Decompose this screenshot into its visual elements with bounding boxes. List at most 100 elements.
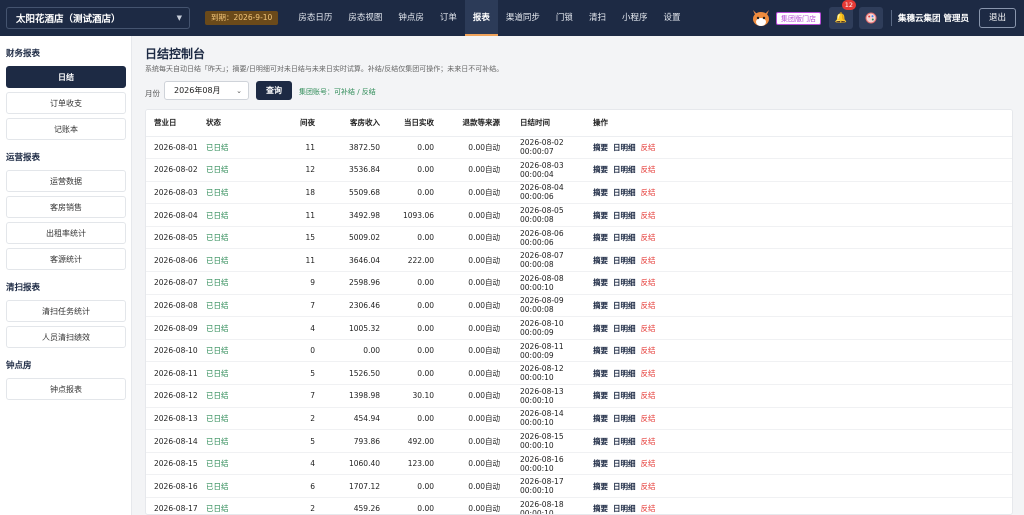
summary-link[interactable]: 摘要 [593,391,608,400]
cell-room-nights: 12 [277,158,315,182]
table-row: 2026-08-11 已日结 5 1526.50 0.00 0.00自动 2026-08-1… [146,361,1012,386]
nav-item[interactable]: 渠道同步 [498,0,548,36]
reverse-close-link[interactable]: 反结 [641,165,656,174]
logout-button[interactable]: 退出 [978,8,1016,28]
reverse-close-link[interactable]: 反结 [641,143,656,152]
summary-link[interactable]: 摘要 [593,482,608,491]
reverse-close-link[interactable]: 反结 [641,369,656,378]
reverse-close-link[interactable]: 反结 [641,504,656,513]
daily-detail-link[interactable]: 日明细 [613,346,636,355]
summary-link[interactable]: 摘要 [593,278,608,287]
sidebar-item[interactable]: 日结 [6,66,126,88]
reverse-close-link[interactable]: 反结 [641,278,656,287]
daily-detail-link[interactable]: 日明细 [613,233,636,242]
daily-detail-link[interactable]: 日明细 [613,504,636,513]
sidebar-item[interactable]: 客房销售 [6,196,126,218]
daily-detail-link[interactable]: 日明细 [613,437,636,446]
hotel-selector[interactable]: 太阳花酒店（测试酒店） ▼ [6,7,190,29]
summary-link[interactable]: 摘要 [593,369,608,378]
sidebar-item[interactable]: 运营数据 [6,170,126,192]
month-select[interactable]: 2026年08月 ⌄ [164,81,249,100]
cell-room-revenue: 0.00 [315,339,380,363]
nav-item[interactable]: 门锁 [548,0,581,36]
summary-link[interactable]: 摘要 [593,143,608,152]
sidebar-section-title: 运营报表 [6,153,41,163]
daily-detail-link[interactable]: 日明细 [613,301,636,310]
reverse-close-link[interactable]: 反结 [641,437,656,446]
cell-refund: 0.00自动 [434,384,500,408]
daily-detail-link[interactable]: 日明细 [613,459,636,468]
sidebar-item[interactable]: 清扫任务统计 [6,300,126,322]
summary-link[interactable]: 摘要 [593,346,608,355]
reverse-close-link[interactable]: 反结 [641,482,656,491]
daily-detail-link[interactable]: 日明细 [613,324,636,333]
page-title: 日结控制台 [145,47,206,61]
cell-actions: 摘要 日明细 反结 [589,271,1012,295]
query-button[interactable]: 查询 [256,81,292,100]
nav-item[interactable]: 房态日历 [290,0,340,36]
notification-button[interactable]: 🔔 12 [829,0,857,29]
summary-link[interactable]: 摘要 [593,188,608,197]
summary-link[interactable]: 摘要 [593,165,608,174]
reverse-close-link[interactable]: 反结 [641,414,656,423]
chevron-down-icon: ⌄ [236,86,242,95]
daily-detail-link[interactable]: 日明细 [613,165,636,174]
cell-date: 2026-08-10 [146,339,206,363]
summary-link[interactable]: 摘要 [593,504,608,513]
cell-status: 已日结 [206,497,277,514]
summary-link[interactable]: 摘要 [593,459,608,468]
sidebar-item[interactable]: 人员清扫绩效 [6,326,126,348]
cell-paid: 123.00 [380,452,434,476]
reverse-close-link[interactable]: 反结 [641,233,656,242]
nav-item[interactable]: 钟点房 [390,0,432,36]
nav-item[interactable]: 设置 [655,0,688,36]
summary-link[interactable]: 摘要 [593,414,608,423]
daily-detail-link[interactable]: 日明细 [613,391,636,400]
nav-item[interactable]: 房态视图 [340,0,390,36]
reverse-close-link[interactable]: 反结 [641,188,656,197]
summary-link[interactable]: 摘要 [593,233,608,242]
cell-room-revenue: 1398.98 [315,384,380,408]
nav-item[interactable]: 小程序 [614,0,656,36]
cell-room-nights: 5 [277,429,315,453]
reverse-close-link[interactable]: 反结 [641,256,656,265]
sidebar-item[interactable]: 出租率统计 [6,222,126,244]
cell-room-revenue: 454.94 [315,407,380,431]
summary-link[interactable]: 摘要 [593,256,608,265]
reverse-close-link[interactable]: 反结 [641,211,656,220]
theme-button[interactable] [859,7,884,29]
reverse-close-link[interactable]: 反结 [641,346,656,355]
reverse-close-link[interactable]: 反结 [641,391,656,400]
daily-detail-link[interactable]: 日明细 [613,369,636,378]
group-badge: 集团版门店 [776,11,822,25]
nav-item[interactable]: 报表 [464,0,498,36]
cell-date: 2026-08-12 [146,384,206,408]
cell-room-nights: 6 [277,474,315,498]
nav-item[interactable]: 订单 [432,0,465,36]
sidebar-item[interactable]: 订单收支 [6,92,126,114]
reverse-close-link[interactable]: 反结 [641,301,656,310]
palette-icon [865,12,877,24]
daily-detail-link[interactable]: 日明细 [613,256,636,265]
cell-actions: 摘要 日明细 反结 [589,497,1012,514]
summary-link[interactable]: 摘要 [593,324,608,333]
daily-detail-link[interactable]: 日明细 [613,143,636,152]
reverse-close-link[interactable]: 反结 [641,324,656,333]
summary-link[interactable]: 摘要 [593,211,608,220]
daily-detail-link[interactable]: 日明细 [613,188,636,197]
reverse-close-link[interactable]: 反结 [641,459,656,468]
nav-item[interactable]: 清扫 [581,0,614,36]
summary-link[interactable]: 摘要 [593,301,608,310]
sidebar-item[interactable]: 客源统计 [6,248,126,270]
cell-date: 2026-08-03 [146,181,206,205]
summary-link[interactable]: 摘要 [593,437,608,446]
sidebar-item[interactable]: 钟点报表 [6,378,126,400]
daily-detail-link[interactable]: 日明细 [613,414,636,423]
daily-detail-link[interactable]: 日明细 [613,482,636,491]
daily-detail-link[interactable]: 日明细 [613,278,636,287]
cell-room-revenue: 1060.40 [315,452,380,476]
col-header-status: 状态 [206,110,277,137]
daily-detail-link[interactable]: 日明细 [613,211,636,220]
cell-actions: 摘要 日明细 反结 [589,294,1012,318]
sidebar-item[interactable]: 记账本 [6,118,126,140]
